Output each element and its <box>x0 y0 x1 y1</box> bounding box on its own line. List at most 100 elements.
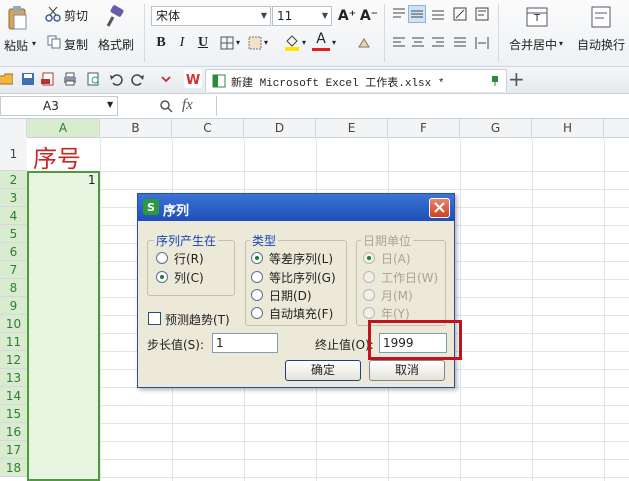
distribute-icon[interactable] <box>474 35 490 51</box>
chevron-down-icon[interactable]: ▾ <box>559 39 563 48</box>
row-header[interactable]: 3 <box>0 189 27 207</box>
underline-button[interactable]: U <box>194 34 212 52</box>
rows-radio[interactable] <box>156 252 168 264</box>
row-header[interactable]: 13 <box>0 369 27 387</box>
scissors-icon[interactable] <box>44 5 62 23</box>
font-size-select[interactable]: 11 ▼ <box>272 6 332 26</box>
row-header[interactable]: 17 <box>0 441 27 459</box>
format-painter-button[interactable]: 格式刷 <box>98 36 134 53</box>
day-radio-label[interactable]: 日(A) <box>381 250 411 267</box>
document-tab[interactable]: 新建 Microsoft Excel 工作表.xlsx * <box>205 69 507 92</box>
wrap-text-icon[interactable] <box>588 4 614 30</box>
merge-center-button[interactable]: 合并居中 <box>509 36 557 53</box>
row-header[interactable]: 1 <box>0 137 27 171</box>
copy-icon[interactable] <box>46 34 62 50</box>
row-header[interactable]: 12 <box>0 351 27 369</box>
ok-button[interactable]: 确定 <box>285 360 361 381</box>
day-radio[interactable] <box>363 252 375 264</box>
date-radio[interactable] <box>251 289 263 301</box>
copy-button[interactable]: 复制 <box>64 36 88 53</box>
fill-pattern-icon[interactable] <box>247 35 263 51</box>
border-icon[interactable] <box>219 35 235 51</box>
pin-icon[interactable] <box>488 74 502 88</box>
column-header-d[interactable]: D <box>244 119 316 137</box>
growth-radio[interactable] <box>251 271 263 283</box>
customize-icon[interactable] <box>158 71 174 87</box>
row-header[interactable]: 15 <box>0 405 27 423</box>
name-box[interactable]: A3 ▼ <box>0 96 118 116</box>
paste-button[interactable]: 粘贴 <box>4 37 28 54</box>
row-header[interactable]: 14 <box>0 387 27 405</box>
row-header[interactable]: 6 <box>0 243 27 261</box>
chevron-down-icon[interactable]: ▾ <box>264 38 268 47</box>
cell-a1[interactable]: 序号 <box>28 137 100 173</box>
orientation-icon[interactable] <box>452 6 468 22</box>
zoom-icon[interactable] <box>158 98 174 114</box>
print-icon[interactable] <box>62 71 78 87</box>
row-header[interactable]: 9 <box>0 297 27 315</box>
add-tab-button[interactable]: + <box>508 67 525 91</box>
redo-icon[interactable] <box>130 71 146 87</box>
wps-logo-icon[interactable]: W <box>184 70 202 88</box>
row-header[interactable]: 5 <box>0 225 27 243</box>
column-header-c[interactable]: C <box>172 119 244 137</box>
close-button[interactable] <box>429 198 450 218</box>
column-header-f[interactable]: F <box>388 119 460 137</box>
bold-button[interactable]: B <box>152 34 170 52</box>
chevron-down-icon[interactable]: ▾ <box>332 38 336 47</box>
merge-center-icon[interactable]: T <box>524 4 550 30</box>
autofill-radio-label[interactable]: 自动填充(F) <box>269 305 333 322</box>
row-header[interactable]: 11 <box>0 333 27 351</box>
row-header[interactable]: 16 <box>0 423 27 441</box>
align-bottom-icon[interactable] <box>430 6 446 22</box>
chevron-down-icon[interactable]: ▾ <box>32 39 36 48</box>
column-header-a[interactable]: A <box>27 119 100 137</box>
wrap-icon[interactable] <box>474 6 490 22</box>
growth-radio-label[interactable]: 等比序列(G) <box>269 269 336 286</box>
font-name-select[interactable]: 宋体 ▼ <box>151 6 271 26</box>
align-center-icon[interactable] <box>410 35 426 51</box>
shrink-font-button[interactable]: A⁻ <box>359 7 379 25</box>
weekday-radio-label[interactable]: 工作日(W) <box>381 269 438 286</box>
fill-color-icon[interactable] <box>283 33 301 51</box>
trend-checkbox-label[interactable]: 预测趋势(T) <box>165 311 230 328</box>
selected-range[interactable] <box>27 171 100 481</box>
pdf-icon[interactable] <box>40 71 56 87</box>
column-header-e[interactable]: E <box>316 119 388 137</box>
font-color-button[interactable]: A <box>312 31 330 51</box>
row-header[interactable]: 2 <box>0 171 27 189</box>
cancel-button[interactable]: 取消 <box>369 360 445 381</box>
month-radio-label[interactable]: 月(M) <box>381 287 413 304</box>
align-right-icon[interactable] <box>430 35 446 51</box>
column-header-h[interactable]: H <box>532 119 604 137</box>
clear-format-icon[interactable] <box>356 35 372 51</box>
wrap-text-button[interactable]: 自动换行 <box>577 36 625 53</box>
columns-radio[interactable] <box>156 271 168 283</box>
chevron-down-icon[interactable]: ▾ <box>236 38 240 47</box>
dialog-title-bar[interactable]: S 序列 <box>138 194 454 221</box>
grow-font-button[interactable]: A⁺ <box>337 7 357 25</box>
undo-icon[interactable] <box>108 71 124 87</box>
month-radio[interactable] <box>363 289 375 301</box>
row-header[interactable]: 10 <box>0 315 27 333</box>
linear-radio-label[interactable]: 等差序列(L) <box>269 250 333 267</box>
column-header-g[interactable]: G <box>460 119 532 137</box>
columns-radio-label[interactable]: 列(C) <box>174 269 204 286</box>
open-folder-icon[interactable] <box>0 71 14 87</box>
italic-button[interactable]: I <box>173 34 191 52</box>
chevron-down-icon[interactable]: ▾ <box>302 38 306 47</box>
trend-checkbox[interactable] <box>148 312 161 325</box>
date-radio-label[interactable]: 日期(D) <box>269 287 312 304</box>
row-header[interactable]: 18 <box>0 459 27 477</box>
select-all-corner[interactable] <box>0 119 27 137</box>
weekday-radio[interactable] <box>363 271 375 283</box>
save-icon[interactable] <box>20 71 36 87</box>
formula-input[interactable] <box>216 96 629 116</box>
column-header-b[interactable]: B <box>100 119 172 137</box>
step-value-input[interactable]: 1 <box>212 333 278 353</box>
linear-radio[interactable] <box>251 252 263 264</box>
row-header[interactable]: 7 <box>0 261 27 279</box>
paste-icon[interactable] <box>6 4 30 32</box>
format-painter-icon[interactable] <box>102 4 128 30</box>
rows-radio-label[interactable]: 行(R) <box>174 250 204 267</box>
